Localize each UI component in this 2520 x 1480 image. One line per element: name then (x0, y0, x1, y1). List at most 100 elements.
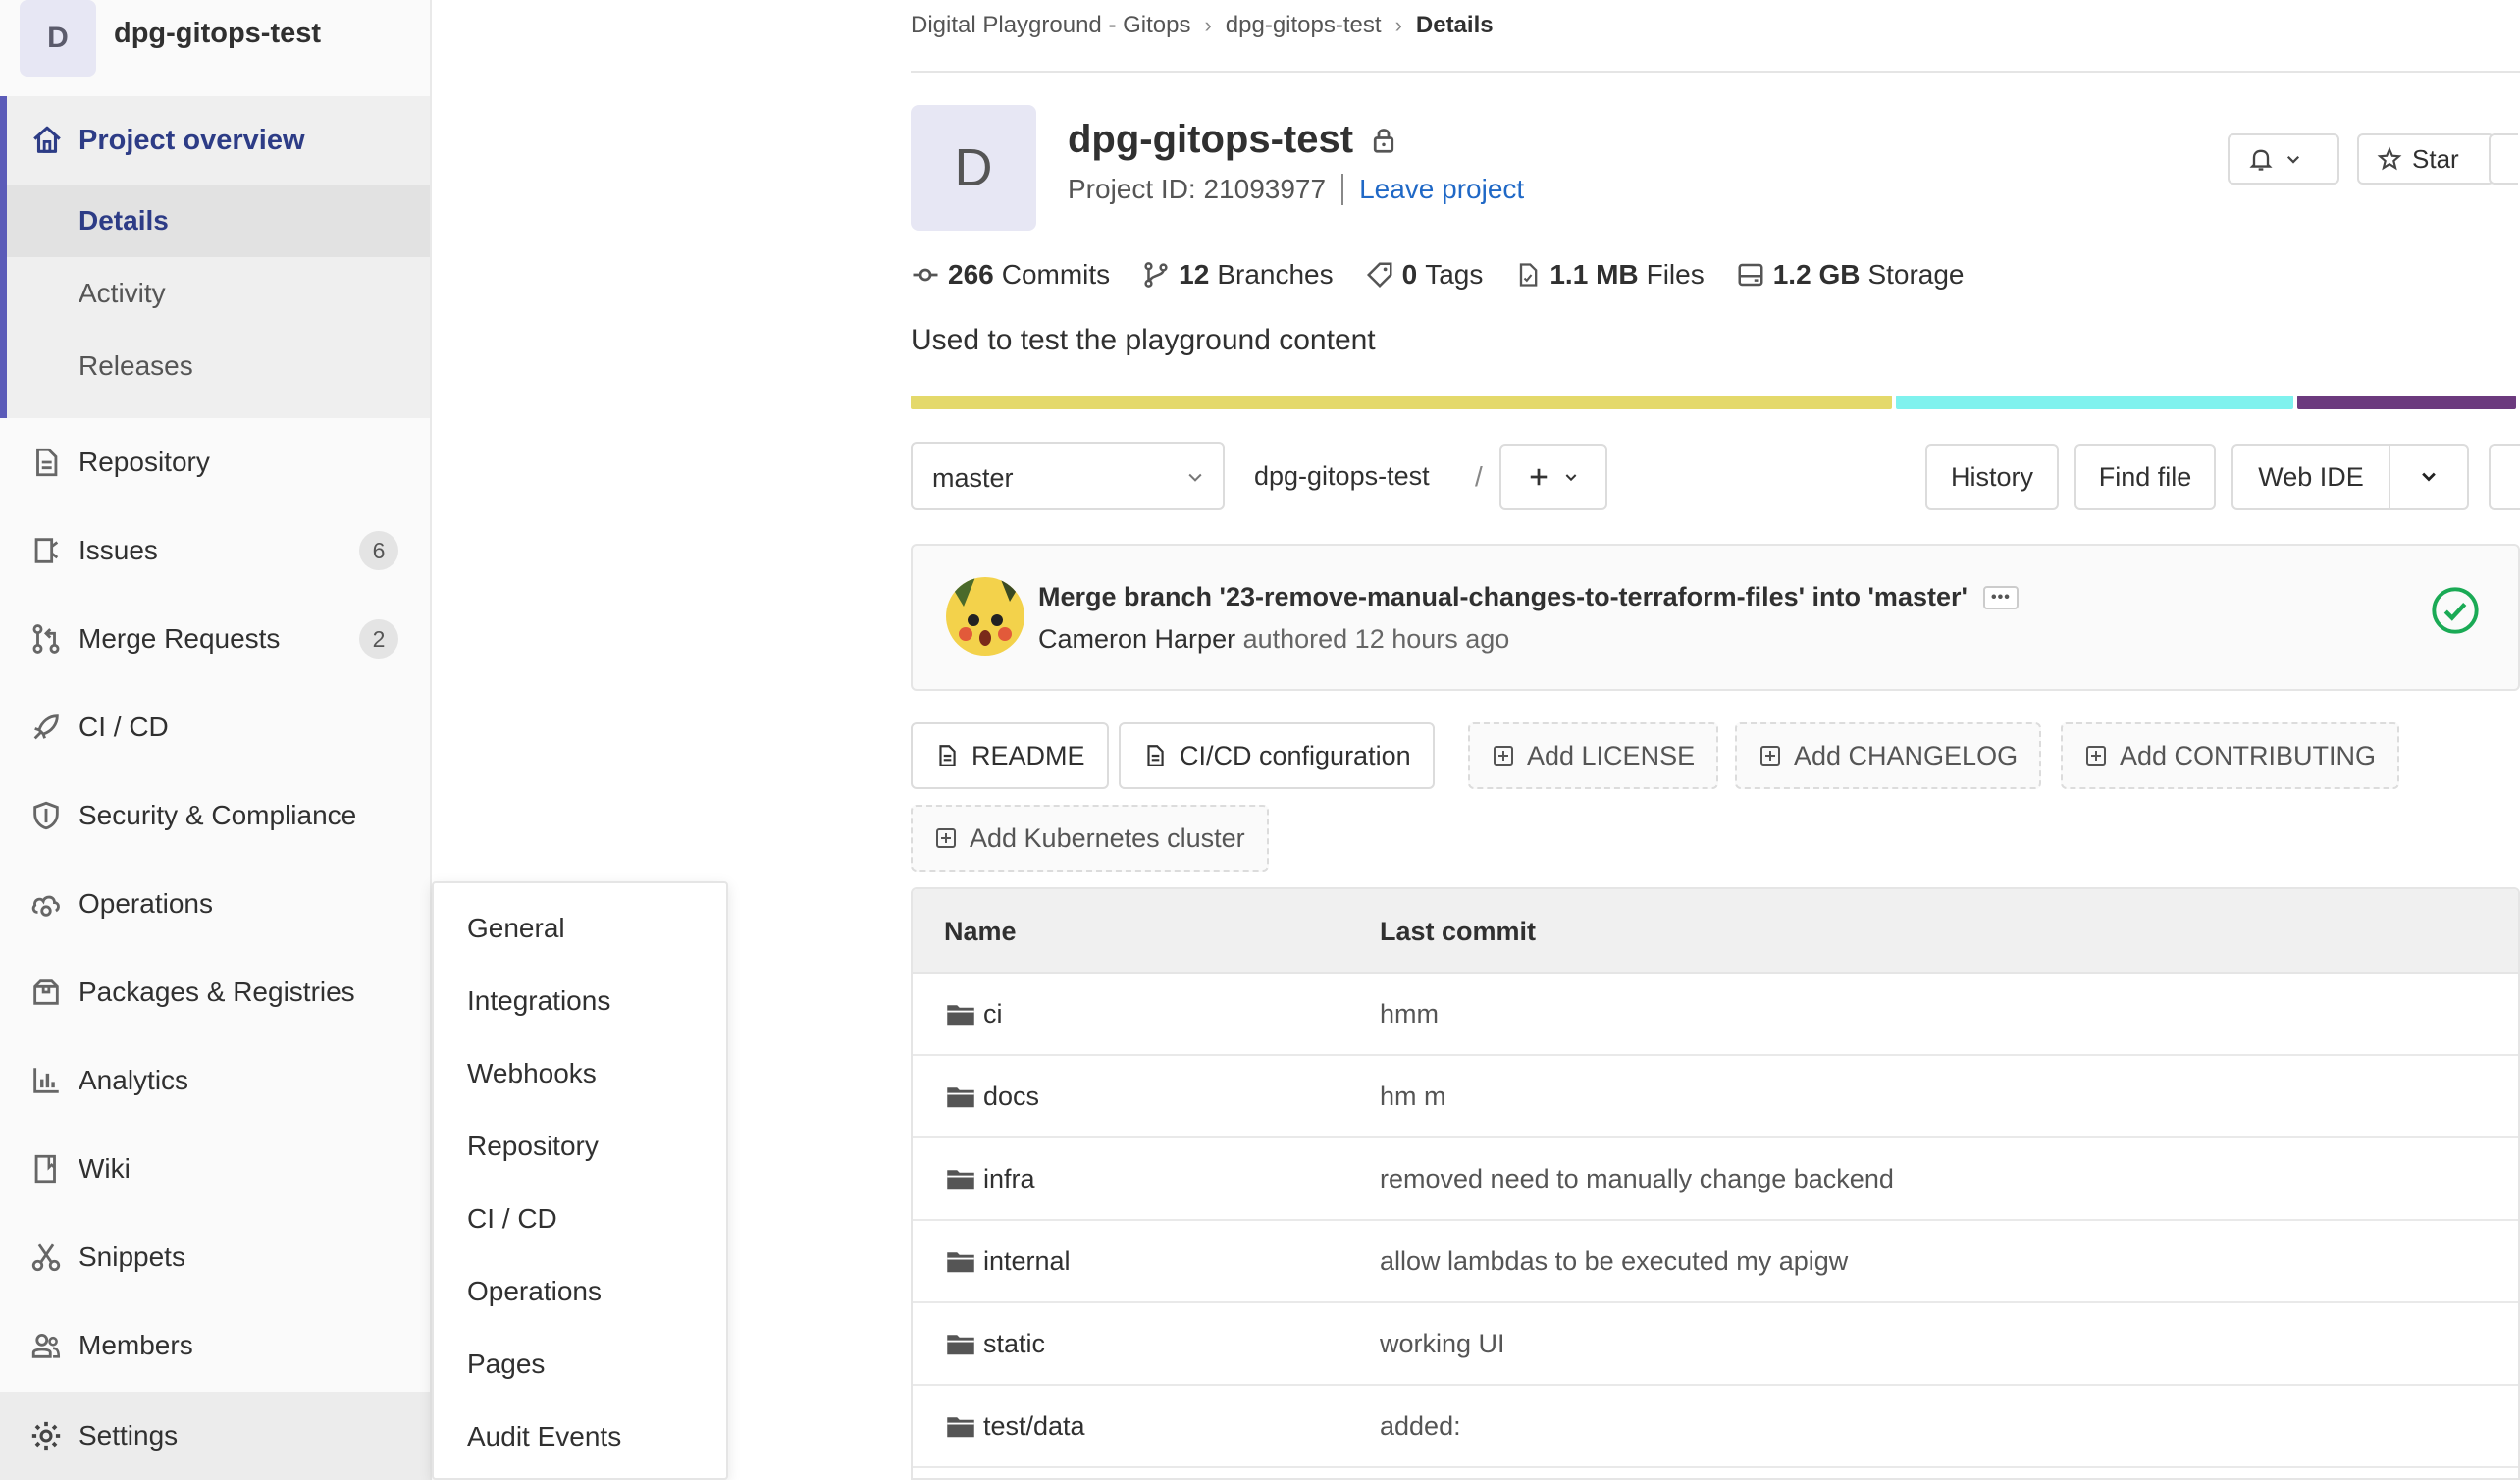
add-license-button[interactable]: Add LICENSE (1468, 722, 1719, 789)
sidebar-item-label: Security & Compliance (79, 800, 357, 830)
file-name-link[interactable]: docs (983, 1082, 1039, 1112)
branch-icon (1144, 262, 1168, 288)
clone-button-partial[interactable] (2489, 444, 2520, 510)
sidebar-item-ci-cd[interactable]: CI / CD (0, 683, 430, 771)
settings-menu-pages[interactable]: Pages (467, 1348, 545, 1380)
stat-label: Storage (1867, 259, 1965, 290)
add-contributing-button[interactable]: Add CONTRIBUTING (2061, 722, 2400, 789)
breadcrumb-current[interactable]: Details (1416, 12, 1494, 39)
last-commit-message[interactable]: hm m (1380, 1082, 1446, 1112)
table-row[interactable]: static working UI (913, 1303, 2518, 1386)
folder-icon (947, 1417, 974, 1438)
repository-language-bar[interactable] (911, 396, 2520, 409)
file-name-link[interactable]: static (983, 1329, 1045, 1359)
sidebar-item-label: Merge Requests (79, 623, 281, 654)
web-ide-dropdown[interactable] (2389, 444, 2469, 510)
notification-dropdown[interactable] (2228, 133, 2339, 185)
add-changelog-button[interactable]: Add CHANGELOG (1735, 722, 2042, 789)
sidebar-item-analytics[interactable]: Analytics (0, 1036, 430, 1125)
commit-time: authored 12 hours ago (1242, 624, 1510, 654)
sidebar-project-header[interactable]: D dpg-gitops-test (0, 0, 430, 96)
stat-tags[interactable]: 0 Tags (1365, 259, 1483, 291)
language-segment-1 (911, 396, 1892, 409)
file-name-link[interactable]: test/data (983, 1411, 1085, 1442)
stat-files[interactable]: 1.1 MB Files (1514, 259, 1705, 291)
sidebar-item-label: Settings (79, 1420, 179, 1451)
leave-project-link[interactable]: Leave project (1359, 174, 1524, 205)
storage-icon (1738, 263, 1763, 287)
rocket-icon (33, 714, 59, 740)
scissors-icon (31, 1243, 61, 1272)
sidebar-subitem-activity[interactable]: Activity (7, 257, 430, 330)
sidebar-item-settings[interactable]: Settings (0, 1392, 430, 1480)
author-avatar[interactable] (946, 577, 1024, 656)
fork-button-partial[interactable] (2489, 133, 2518, 185)
last-commit-message[interactable]: working UI (1380, 1329, 1505, 1359)
sidebar-item-packages-registries[interactable]: Packages & Registries (0, 948, 430, 1036)
expand-commit-button[interactable]: ••• (1982, 585, 2019, 609)
project-description: Used to test the playground content (911, 324, 1376, 356)
cicd-configuration-button[interactable]: CI/CD configuration (1119, 722, 1435, 789)
table-row[interactable]: test/data added: (913, 1386, 2518, 1468)
table-row[interactable]: infra removed need to manually change ba… (913, 1138, 2518, 1221)
branch-selector[interactable]: master (911, 442, 1225, 510)
settings-menu-webhooks[interactable]: Webhooks (467, 1058, 597, 1089)
last-commit-message[interactable]: allow lambdas to be executed my apigw (1380, 1246, 1848, 1277)
add-kubernetes-cluster-button[interactable]: Add Kubernetes cluster (911, 805, 1269, 872)
find-file-button[interactable]: Find file (2074, 444, 2216, 510)
file-name-link[interactable]: internal (983, 1246, 1071, 1277)
path-separator: / (1475, 461, 1483, 492)
file-icon (1520, 263, 1538, 287)
commit-icon (913, 268, 938, 282)
file-name-link[interactable]: infra (983, 1164, 1035, 1194)
settings-menu-audit-events[interactable]: Audit Events (467, 1421, 621, 1453)
sidebar-item-project-overview[interactable]: Project overview (7, 96, 430, 185)
plus-icon (1530, 468, 1548, 486)
home-icon (33, 126, 61, 153)
project-stats: 266 Commits 12 Branches 0 Tags 1.1 MB Files … (911, 259, 1996, 291)
sidebar-item-merge-requests[interactable]: Merge Requests 2 (0, 595, 430, 683)
sidebar-item-operations[interactable]: Operations (0, 860, 430, 948)
package-icon (33, 979, 59, 1005)
breadcrumb-group-link[interactable]: Digital Playground - Gitops (911, 12, 1190, 39)
star-button[interactable]: Star (2357, 133, 2494, 185)
stat-branches[interactable]: 12 Branches (1141, 259, 1334, 291)
file-name-link[interactable]: ci (983, 999, 1003, 1030)
commit-message-link[interactable]: Merge branch '23-remove-manual-changes-t… (1038, 582, 1968, 612)
commit-author-link[interactable]: Cameron Harper (1038, 624, 1235, 654)
settings-menu-operations[interactable]: Operations (467, 1276, 602, 1307)
settings-menu-ci-cd[interactable]: CI / CD (467, 1203, 557, 1235)
stat-commits[interactable]: 266 Commits (911, 259, 1110, 291)
last-commit-message[interactable]: added: (1380, 1411, 1461, 1442)
sidebar-item-repository[interactable]: Repository (0, 418, 430, 506)
web-ide-button[interactable]: Web IDE (2231, 444, 2390, 510)
repo-path[interactable]: dpg-gitops-test (1254, 461, 1430, 492)
add-to-tree-dropdown[interactable] (1499, 444, 1607, 510)
breadcrumb-project-link[interactable]: dpg-gitops-test (1226, 12, 1382, 39)
stat-number: 0 (1401, 259, 1418, 290)
settings-menu-repository[interactable]: Repository (467, 1131, 599, 1162)
sidebar-subitem-details[interactable]: Details (7, 185, 430, 257)
pipeline-passed-icon[interactable] (2430, 585, 2481, 636)
page-title: dpg-gitops-test (1068, 118, 1398, 162)
sidebar-item-snippets[interactable]: Snippets (0, 1213, 430, 1301)
sidebar-item-label: Wiki (79, 1153, 131, 1184)
settings-menu-general[interactable]: General (467, 913, 565, 944)
history-button[interactable]: History (1925, 444, 2059, 510)
table-row[interactable]: ci hmm (913, 974, 2518, 1056)
sidebar-subitem-releases[interactable]: Releases (7, 330, 430, 402)
book-icon (34, 1154, 56, 1184)
sidebar-item-members[interactable]: Members (0, 1301, 430, 1390)
merge-request-icon (32, 624, 60, 654)
table-row[interactable]: docs hm m (913, 1056, 2518, 1138)
stat-storage[interactable]: 1.2 GB Storage (1736, 259, 1965, 291)
last-commit-message[interactable]: removed need to manually change backend (1380, 1164, 1894, 1194)
sidebar-item-wiki[interactable]: Wiki (0, 1125, 430, 1213)
last-commit-message[interactable]: hmm (1380, 999, 1439, 1030)
chevron-right-icon: › (1204, 13, 1212, 37)
settings-menu-integrations[interactable]: Integrations (467, 985, 610, 1017)
table-row[interactable]: internal allow lambdas to be executed my… (913, 1221, 2518, 1303)
sidebar-item-issues[interactable]: Issues 6 (0, 506, 430, 595)
readme-button[interactable]: README (911, 722, 1109, 789)
sidebar-item-security-compliance[interactable]: Security & Compliance (0, 771, 430, 860)
